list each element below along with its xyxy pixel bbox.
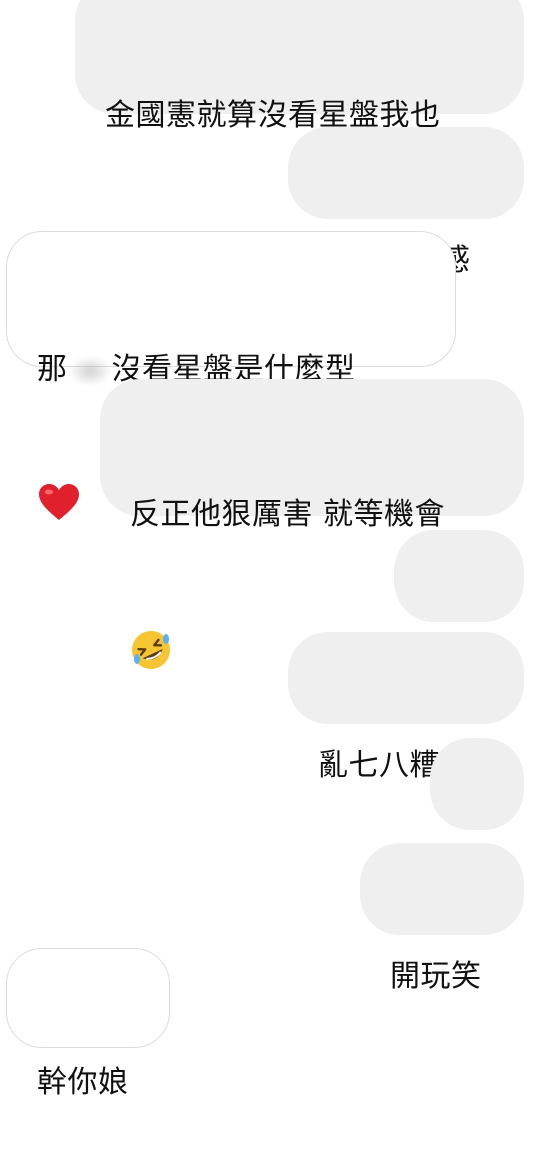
- message-bubble-incoming[interactable]: 那沒看星盤是什麼型: [6, 231, 456, 520]
- message-text-start: 那: [37, 352, 68, 387]
- message-bubble-outgoing[interactable]: 亂七八糟型: [288, 632, 524, 783]
- red-heart-icon: [39, 484, 79, 520]
- message-bubble-outgoing[interactable]: 反正他狠厲害 就等機會: [100, 379, 524, 669]
- censored-name-blur: [67, 355, 112, 386]
- message-text: 幹你娘: [37, 1065, 129, 1100]
- message-bubble-outgoing[interactable]: 你哦: [394, 530, 524, 681]
- rolling-laughing-emoji-icon: [132, 631, 170, 669]
- message-bubble-outgoing[interactable]: 越來越有感: [288, 127, 524, 278]
- message-bubble-outgoing[interactable]: 沒: [430, 738, 524, 889]
- message-bubble-incoming[interactable]: 幹你娘: [6, 948, 170, 1100]
- message-text: 開玩笑: [390, 959, 482, 994]
- message-bubble-outgoing[interactable]: 金國憲就算沒看星盤我也 覺得是大器晚成類型: [75, 0, 524, 265]
- message-bubble-outgoing[interactable]: 開玩笑: [360, 843, 524, 994]
